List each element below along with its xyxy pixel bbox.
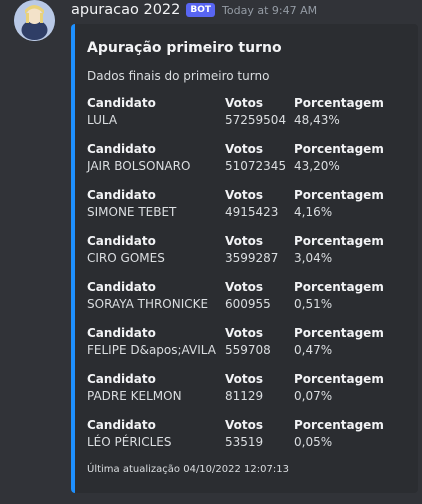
field-name: Candidato bbox=[87, 188, 156, 202]
field-value: 4915423 bbox=[225, 205, 279, 219]
field-value: PADRE KELMON bbox=[87, 389, 182, 403]
field-name: Porcentagem bbox=[294, 280, 384, 294]
field-value: SORAYA THRONICKE bbox=[87, 297, 209, 311]
field-name: Votos bbox=[225, 188, 263, 202]
field-name: Votos bbox=[225, 234, 263, 248]
field-name: Candidato bbox=[87, 142, 156, 156]
avatar[interactable] bbox=[14, 0, 55, 41]
embed-field-candidate: Candidato SIMONE TEBET bbox=[87, 188, 225, 234]
field-name: Votos bbox=[225, 326, 263, 340]
field-value: 53519 bbox=[225, 435, 264, 449]
field-name: Candidato bbox=[87, 280, 156, 294]
embed-field-candidate: Candidato FELIPE D&apos;AVILA bbox=[87, 326, 225, 372]
embed-fields: Candidato LULA Votos 57259504 Porcentagem 48,… bbox=[87, 96, 417, 464]
field-name: Votos bbox=[225, 280, 263, 294]
embed-field-votes: Votos 81129 bbox=[225, 372, 294, 418]
message-header: apuracao 2022 BOT Today at 9:47 AM bbox=[71, 0, 317, 20]
field-value: 0,51% bbox=[294, 297, 333, 311]
embed-field-percent: Porcentagem 0,05% bbox=[294, 418, 414, 464]
field-value: 3,04% bbox=[294, 251, 333, 265]
field-value: 600955 bbox=[225, 297, 271, 311]
field-value: 48,43% bbox=[294, 113, 340, 127]
username[interactable]: apuracao 2022 bbox=[71, 2, 180, 18]
field-value: JAIR BOLSONARO bbox=[87, 159, 191, 173]
embed-field-percent: Porcentagem 43,20% bbox=[294, 142, 414, 188]
field-value: 0,47% bbox=[294, 343, 333, 357]
embed-field-votes: Votos 53519 bbox=[225, 418, 294, 464]
field-name: Porcentagem bbox=[294, 96, 384, 110]
embed-field-percent: Porcentagem 48,43% bbox=[294, 96, 414, 142]
field-name: Votos bbox=[225, 142, 263, 156]
embed-field-percent: Porcentagem 3,04% bbox=[294, 234, 414, 280]
embed-field-row: Candidato LÉO PÉRICLES Votos 53519 Porcentag… bbox=[87, 418, 417, 464]
field-value: CIRO GOMES bbox=[87, 251, 165, 265]
embed-field-percent: Porcentagem 0,07% bbox=[294, 372, 414, 418]
embed-field-percent: Porcentagem 4,16% bbox=[294, 188, 414, 234]
embed-field-votes: Votos 600955 bbox=[225, 280, 294, 326]
message-timestamp[interactable]: Today at 9:47 AM bbox=[222, 4, 317, 17]
field-value: 57259504 bbox=[225, 113, 287, 127]
embed-field-candidate: Candidato LÉO PÉRICLES bbox=[87, 418, 225, 464]
embed-field-candidate: Candidato JAIR BOLSONARO bbox=[87, 142, 225, 188]
embed-field-candidate: Candidato SORAYA THRONICKE bbox=[87, 280, 225, 326]
embed-field-votes: Votos 559708 bbox=[225, 326, 294, 372]
embed-field-candidate: Candidato LULA bbox=[87, 96, 225, 142]
embed-field-row: Candidato FELIPE D&apos;AVILA Votos 559708 P… bbox=[87, 326, 417, 372]
field-name: Porcentagem bbox=[294, 234, 384, 248]
field-name: Porcentagem bbox=[294, 142, 384, 156]
field-value: SIMONE TEBET bbox=[87, 205, 177, 219]
field-name: Candidato bbox=[87, 418, 156, 432]
field-name: Porcentagem bbox=[294, 188, 384, 202]
field-value: FELIPE D&apos;AVILA bbox=[87, 343, 216, 357]
embed-field-votes: Votos 51072345 bbox=[225, 142, 294, 188]
embed-title: Apuração primeiro turno bbox=[87, 40, 282, 56]
embed-field-row: Candidato SIMONE TEBET Votos 4915423 Porcent… bbox=[87, 188, 417, 234]
field-name: Votos bbox=[225, 96, 263, 110]
embed-field-row: Candidato LULA Votos 57259504 Porcentagem 48,… bbox=[87, 96, 417, 142]
embed-field-candidate: Candidato PADRE KELMON bbox=[87, 372, 225, 418]
field-value: LULA bbox=[87, 113, 118, 127]
embed-field-percent: Porcentagem 0,51% bbox=[294, 280, 414, 326]
embed-field-row: Candidato SORAYA THRONICKE Votos 600955 Porc… bbox=[87, 280, 417, 326]
embed-field-row: Candidato CIRO GOMES Votos 3599287 Porcentag… bbox=[87, 234, 417, 280]
embed-description: Dados finais do primeiro turno bbox=[87, 69, 270, 83]
embed-field-votes: Votos 57259504 bbox=[225, 96, 294, 142]
field-name: Candidato bbox=[87, 234, 156, 248]
bot-badge: BOT bbox=[186, 3, 216, 17]
field-value: 4,16% bbox=[294, 205, 333, 219]
field-name: Votos bbox=[225, 418, 263, 432]
field-value: LÉO PÉRICLES bbox=[87, 435, 172, 449]
field-name: Votos bbox=[225, 372, 263, 386]
field-name: Porcentagem bbox=[294, 418, 384, 432]
field-name: Candidato bbox=[87, 96, 156, 110]
embed-field-percent: Porcentagem 0,47% bbox=[294, 326, 414, 372]
embed-field-votes: Votos 4915423 bbox=[225, 188, 294, 234]
field-value: 51072345 bbox=[225, 159, 287, 173]
field-value: 3599287 bbox=[225, 251, 279, 265]
field-value: 0,05% bbox=[294, 435, 333, 449]
field-value: 559708 bbox=[225, 343, 271, 357]
field-value: 0,07% bbox=[294, 389, 333, 403]
embed-field-candidate: Candidato CIRO GOMES bbox=[87, 234, 225, 280]
embed-card: Apuração primeiro turno Dados finais do … bbox=[71, 24, 418, 493]
embed-field-row: Candidato PADRE KELMON Votos 81129 Porcentag… bbox=[87, 372, 417, 418]
field-value: 43,20% bbox=[294, 159, 340, 173]
field-name: Candidato bbox=[87, 326, 156, 340]
field-value: 81129 bbox=[225, 389, 264, 403]
field-name: Candidato bbox=[87, 372, 156, 386]
embed-field-votes: Votos 3599287 bbox=[225, 234, 294, 280]
embed-field-row: Candidato JAIR BOLSONARO Votos 51072345 Porc… bbox=[87, 142, 417, 188]
field-name: Porcentagem bbox=[294, 326, 384, 340]
field-name: Porcentagem bbox=[294, 372, 384, 386]
embed-footer: Última atualização 04/10/2022 12:07:13 bbox=[87, 464, 289, 475]
